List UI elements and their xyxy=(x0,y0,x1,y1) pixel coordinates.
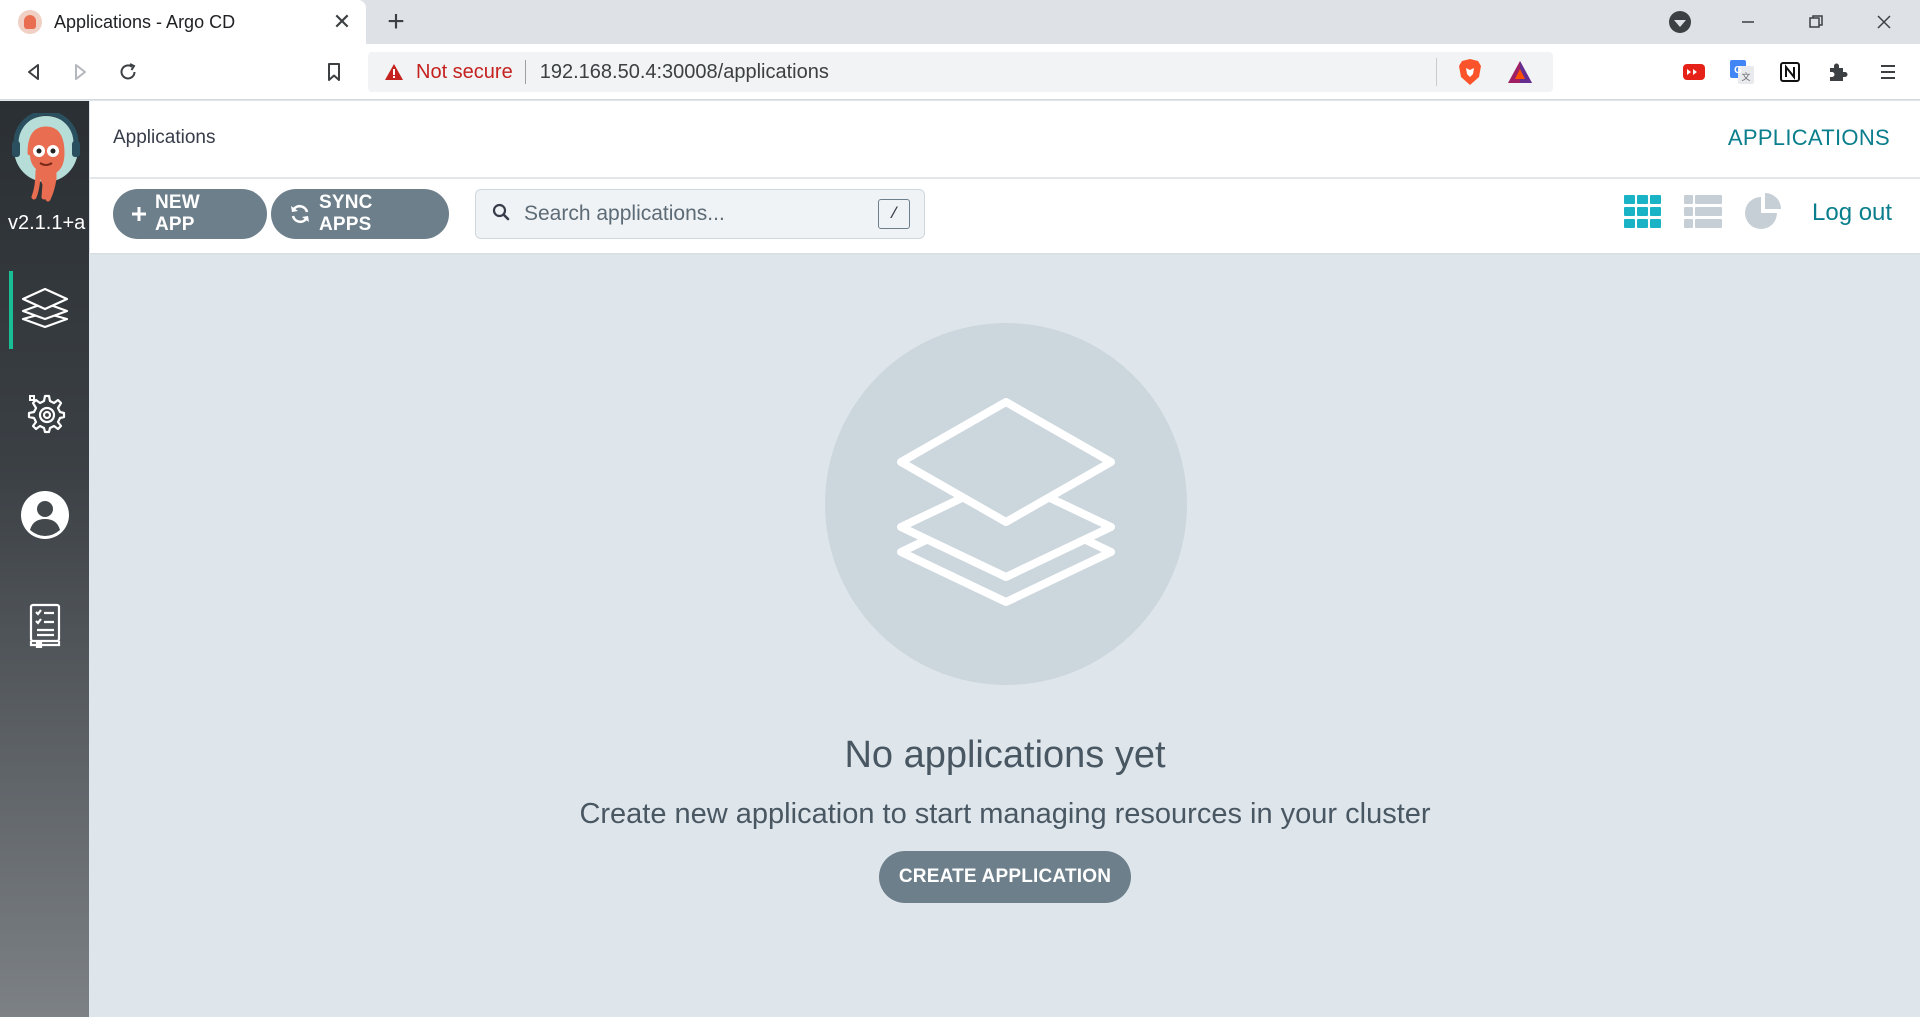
extensions-puzzle-icon[interactable] xyxy=(1822,56,1854,88)
search-shortcut-key: / xyxy=(878,199,910,229)
list-view-icon xyxy=(1684,194,1722,234)
tiles-view-button[interactable] xyxy=(1621,192,1665,236)
empty-state: No applications yet Create new applicati… xyxy=(90,254,1920,1017)
summary-view-icon xyxy=(1743,192,1783,236)
tiles-view-icon xyxy=(1624,194,1662,234)
version-label: v2.1.1+a xyxy=(8,212,86,234)
new-app-button[interactable]: NEW APP xyxy=(113,189,267,239)
plus-icon xyxy=(131,206,147,222)
page-title: APPLICATIONS xyxy=(1727,125,1890,150)
url-text[interactable]: 192.168.50.4:30008/applications xyxy=(540,61,1436,84)
argo-logo[interactable] xyxy=(10,110,82,205)
gear-icon xyxy=(22,390,68,441)
empty-state-subtitle: Create new application to start managing… xyxy=(579,798,1431,830)
logout-link[interactable]: Log out xyxy=(1812,199,1892,227)
sync-icon xyxy=(289,204,311,224)
new-app-label: NEW APP xyxy=(155,192,200,235)
bookmark-icon[interactable] xyxy=(316,54,352,90)
search-icon xyxy=(492,203,510,226)
notion-extension-icon[interactable] xyxy=(1774,56,1806,88)
argo-favicon-icon xyxy=(18,10,42,34)
svg-text:文: 文 xyxy=(1741,71,1750,82)
reload-button[interactable] xyxy=(110,54,146,90)
docs-icon xyxy=(25,602,65,653)
forward-button[interactable] xyxy=(62,54,98,90)
minimize-window-button[interactable] xyxy=(1724,6,1772,38)
list-view-button[interactable] xyxy=(1681,192,1725,236)
sidebar-item-documentation[interactable] xyxy=(0,588,89,666)
sync-apps-button[interactable]: SYNC APPS xyxy=(271,189,449,239)
restore-window-button[interactable] xyxy=(1792,6,1840,38)
browser-tab[interactable]: Applications - Argo CD ✕ xyxy=(0,0,366,44)
tab-search-dropdown-icon[interactable] xyxy=(1656,6,1704,38)
sidebar-item-user-info[interactable] xyxy=(0,478,89,556)
layers-icon xyxy=(891,392,1121,617)
sync-apps-label: SYNC APPS xyxy=(319,192,373,235)
address-bar[interactable]: Not secure 192.168.50.4:30008/applicatio… xyxy=(368,52,1553,92)
youtube-extension-icon[interactable] xyxy=(1678,56,1710,88)
breadcrumb[interactable]: Applications xyxy=(113,127,215,149)
omnibox-divider xyxy=(1436,58,1437,86)
search-input[interactable] xyxy=(524,202,878,226)
page-header: Applications APPLICATIONS xyxy=(90,101,1920,178)
search-box[interactable]: / xyxy=(475,189,925,239)
brave-shields-icon[interactable] xyxy=(1453,55,1487,89)
browser-toolbar: Not secure 192.168.50.4:30008/applicatio… xyxy=(0,44,1920,100)
sidebar-item-settings[interactable] xyxy=(0,376,89,454)
tab-title: Applications - Argo CD xyxy=(54,11,236,32)
security-status[interactable]: Not secure xyxy=(416,61,513,84)
tab-close-icon[interactable]: ✕ xyxy=(328,8,356,36)
back-button[interactable] xyxy=(16,54,52,90)
brave-rewards-icon[interactable] xyxy=(1503,55,1537,89)
browser-tab-strip: Applications - Argo CD ✕ + xyxy=(0,0,1920,44)
sidebar-item-applications[interactable] xyxy=(0,271,89,349)
empty-state-title: No applications yet xyxy=(844,734,1166,776)
empty-state-illustration xyxy=(825,323,1187,685)
user-icon xyxy=(20,490,70,545)
browser-menu-icon[interactable] xyxy=(1872,56,1904,88)
warning-icon xyxy=(384,62,404,82)
close-window-button[interactable] xyxy=(1860,6,1908,38)
omnibox-separator xyxy=(524,60,526,84)
google-translate-icon[interactable]: G文 xyxy=(1726,56,1758,88)
new-tab-button[interactable]: + xyxy=(380,5,412,38)
summary-view-button[interactable] xyxy=(1741,192,1785,236)
layers-icon xyxy=(20,283,70,338)
applications-toolbar: NEW APP SYNC APPS / xyxy=(90,179,1920,253)
sidebar: v2.1.1+a xyxy=(0,101,89,1017)
create-application-button[interactable]: CREATE APPLICATION xyxy=(879,851,1131,903)
